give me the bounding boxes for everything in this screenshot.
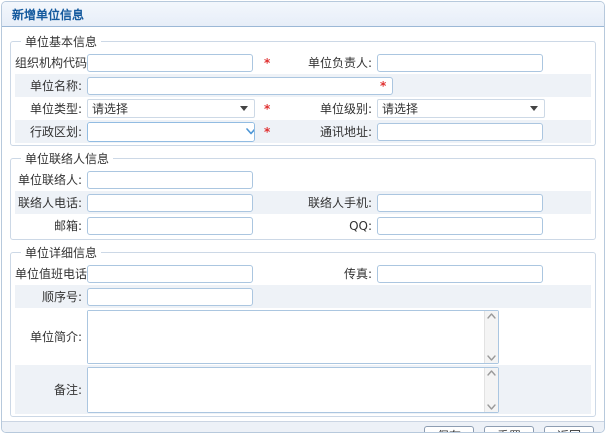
add-unit-dialog: 新增单位信息 单位基本信息 组织机构代码: * 单位负责人: 单位名称: * 单…	[1, 1, 605, 433]
dialog-title: 新增单位信息	[12, 6, 84, 23]
contact-mobile-label: 联络人手机:	[275, 194, 377, 211]
contact-mobile-input[interactable]	[377, 194, 543, 212]
row-unit-name: 单位名称: *	[15, 74, 591, 97]
row-contact-person: 单位联络人:	[15, 168, 591, 191]
form-content: 单位基本信息 组织机构代码: * 单位负责人: 单位名称: * 单位类型:	[2, 27, 604, 419]
dialog-header: 新增单位信息	[2, 2, 604, 27]
org-code-input[interactable]	[87, 54, 253, 72]
required-mark: *	[377, 79, 551, 93]
contact-phone-input[interactable]	[87, 194, 253, 212]
footer-toolbar: 保存 重置 返回	[2, 421, 604, 433]
unit-type-select[interactable]: 请选择	[87, 99, 255, 118]
row-remark: 备注:	[15, 365, 591, 414]
intro-textarea-field[interactable]	[88, 311, 484, 363]
sequence-input[interactable]	[87, 288, 253, 306]
back-button[interactable]: 返回	[544, 426, 594, 434]
contact-person-label: 单位联络人:	[15, 171, 87, 188]
address-label: 通讯地址:	[275, 123, 377, 140]
leader-label: 单位负责人:	[275, 54, 377, 71]
reset-button[interactable]: 重置	[484, 426, 534, 434]
caret-down-icon	[240, 106, 248, 111]
org-code-label: 组织机构代码:	[15, 54, 87, 71]
duty-phone-label: 单位值班电话:	[15, 265, 87, 282]
section-detail: 单位详细信息 单位值班电话: 传真: 顺序号: 单位简介:	[10, 244, 596, 417]
intro-scrollbar[interactable]	[484, 311, 498, 363]
intro-label: 单位简介:	[15, 328, 87, 345]
contact-person-input[interactable]	[87, 171, 253, 189]
row-duty-phone: 单位值班电话: 传真:	[15, 262, 591, 285]
section-basic-legend: 单位基本信息	[21, 33, 101, 50]
remark-textarea-field[interactable]	[88, 368, 484, 412]
intro-textarea[interactable]	[87, 310, 499, 364]
save-button[interactable]: 保存	[424, 426, 474, 434]
section-basic: 单位基本信息 组织机构代码: * 单位负责人: 单位名称: * 单位类型:	[10, 33, 596, 146]
unit-type-value: 请选择	[92, 100, 240, 117]
fax-input[interactable]	[377, 265, 543, 283]
row-contact-phone: 联络人电话: 联络人手机:	[15, 191, 591, 214]
scroll-up-icon	[487, 370, 496, 376]
unit-level-value: 请选择	[382, 100, 530, 117]
chevron-down-icon[interactable]	[246, 123, 255, 141]
unit-type-label: 单位类型:	[15, 100, 87, 117]
qq-label: QQ:	[275, 219, 377, 233]
remark-scrollbar[interactable]	[484, 368, 498, 412]
unit-level-label: 单位级别:	[275, 100, 377, 117]
caret-down-icon	[530, 106, 538, 111]
fax-label: 传真:	[275, 265, 377, 282]
row-sequence: 顺序号:	[15, 285, 591, 308]
row-email: 邮箱: QQ:	[15, 214, 591, 237]
region-input[interactable]	[88, 123, 246, 141]
section-contact-legend: 单位联络人信息	[21, 150, 113, 167]
email-label: 邮箱:	[15, 217, 87, 234]
scroll-down-icon	[487, 355, 496, 361]
unit-name-label: 单位名称:	[15, 77, 87, 94]
email-input[interactable]	[87, 217, 253, 235]
remark-label: 备注:	[15, 381, 87, 398]
scroll-up-icon	[487, 313, 496, 319]
unit-name-input[interactable]	[87, 77, 393, 95]
contact-phone-label: 联络人电话:	[15, 194, 87, 211]
section-detail-legend: 单位详细信息	[21, 244, 101, 261]
section-contact: 单位联络人信息 单位联络人: 联络人电话: 联络人手机: 邮箱: QQ:	[10, 150, 596, 240]
row-intro: 单位简介:	[15, 308, 591, 365]
qq-input[interactable]	[377, 217, 543, 235]
region-combobox[interactable]	[87, 122, 255, 142]
unit-level-select[interactable]: 请选择	[377, 99, 545, 118]
row-unit-type: 单位类型: 请选择 * 单位级别: 请选择	[15, 97, 591, 120]
required-mark: *	[261, 56, 275, 70]
region-label: 行政区划:	[15, 123, 87, 140]
row-region: 行政区划: * 通讯地址:	[15, 120, 591, 143]
row-org-code: 组织机构代码: * 单位负责人:	[15, 51, 591, 74]
required-mark: *	[261, 102, 275, 116]
sequence-label: 顺序号:	[15, 288, 87, 305]
remark-textarea[interactable]	[87, 367, 499, 413]
address-input[interactable]	[377, 123, 543, 141]
duty-phone-input[interactable]	[87, 265, 253, 283]
required-mark: *	[261, 125, 275, 139]
scroll-down-icon	[487, 404, 496, 410]
leader-input[interactable]	[377, 54, 543, 72]
